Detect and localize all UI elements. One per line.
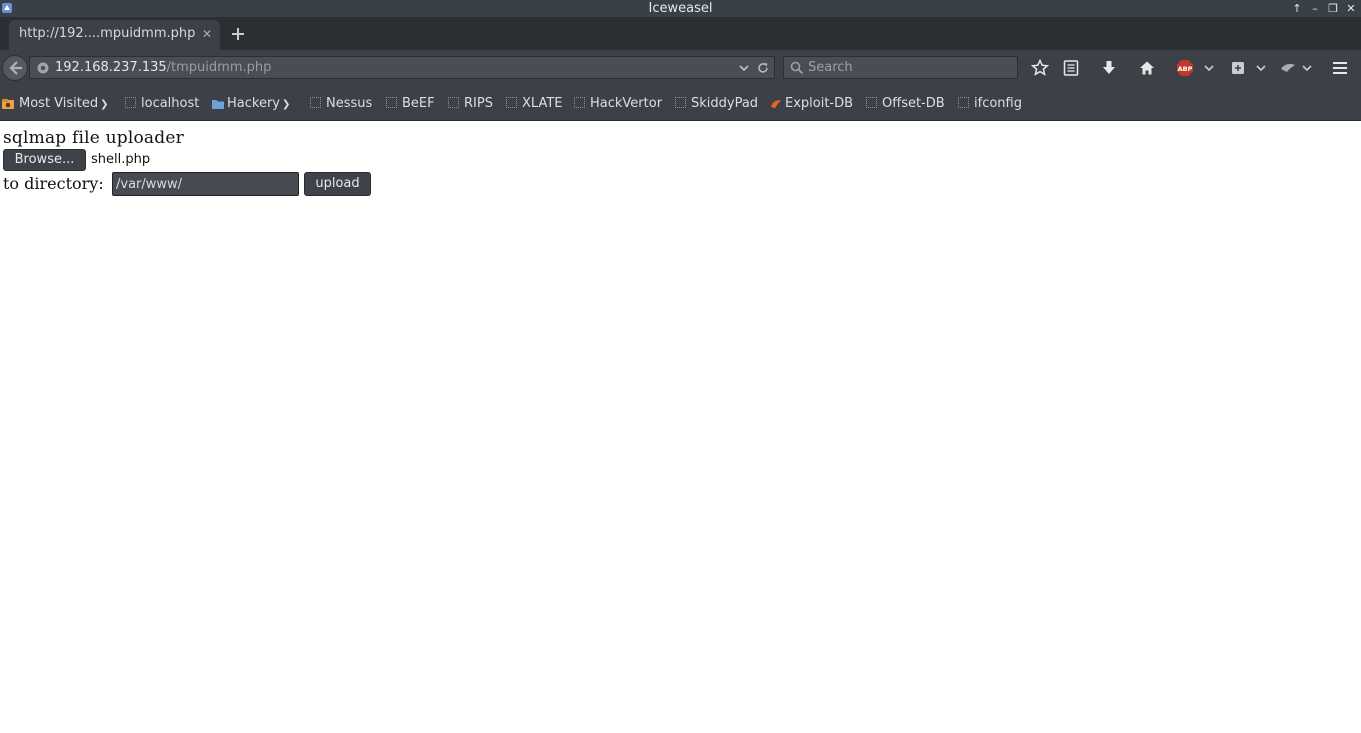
- window-title: Iceweasel: [648, 1, 713, 16]
- bookmark-ifconfig[interactable]: ifconfig: [958, 86, 1022, 121]
- bookmark-label: Hackery: [227, 96, 280, 111]
- page-icon: [125, 97, 136, 108]
- directory-input[interactable]: [112, 172, 299, 196]
- extension-chevron-down-icon[interactable]: [1251, 58, 1271, 78]
- page-icon: [958, 97, 969, 108]
- window-titlebar: Iceweasel ↑ – ❐ ✕: [0, 0, 1361, 17]
- new-tab-plus-icon[interactable]: [229, 25, 247, 43]
- folder-icon: [212, 99, 224, 109]
- reload-icon[interactable]: [756, 61, 770, 75]
- bookmark-hackery-folder[interactable]: Hackery ❯: [211, 86, 290, 121]
- bookmark-label: localhost: [141, 96, 200, 111]
- window-close-button[interactable]: ✕: [1343, 0, 1359, 17]
- bookmark-label: ifconfig: [974, 96, 1022, 111]
- upload-button[interactable]: upload: [304, 172, 371, 196]
- bookmarks-toolbar: Most Visited ❯ localhost Hackery ❯ Nessus …: [0, 86, 1361, 121]
- most-visited-icon: [2, 98, 14, 109]
- back-arrow-icon: [9, 61, 22, 75]
- page-icon: [386, 97, 397, 108]
- bookmark-localhost[interactable]: localhost: [125, 86, 199, 121]
- page-title: sqlmap file uploader: [3, 128, 184, 148]
- bookmark-hackvertor[interactable]: HackVertor: [574, 86, 662, 121]
- adblock-plus-icon[interactable]: ABP: [1175, 58, 1195, 78]
- page-icon: [506, 97, 517, 108]
- window-maximize-button[interactable]: ❐: [1325, 0, 1341, 17]
- hamburger-menu-icon[interactable]: [1330, 58, 1350, 78]
- bookmark-label: Nessus: [326, 96, 373, 111]
- selected-filename: shell.php: [91, 152, 151, 167]
- svg-text:ABP: ABP: [1178, 65, 1193, 73]
- bookmark-rips[interactable]: RIPS: [448, 86, 493, 121]
- bookmark-exploit-db[interactable]: Exploit-DB: [770, 86, 853, 121]
- chevron-down-icon[interactable]: [738, 62, 750, 74]
- bookmark-star-icon[interactable]: [1030, 58, 1050, 78]
- page-icon: [574, 97, 585, 108]
- page-icon: [866, 97, 877, 108]
- search-input[interactable]: [808, 57, 1013, 78]
- tab-close-icon[interactable]: ✕: [202, 20, 212, 48]
- search-icon: [790, 61, 804, 75]
- browse-button[interactable]: Browse...: [3, 149, 86, 171]
- url-text[interactable]: 192.168.237.135/tmpuidmm.php: [55, 57, 271, 79]
- chevron-down-icon: ❯: [282, 99, 291, 110]
- switcher-chevron-down-icon[interactable]: [1297, 58, 1317, 78]
- home-icon[interactable]: [1137, 58, 1157, 78]
- url-host: 192.168.237.135: [55, 60, 167, 75]
- page-icon: [675, 97, 686, 108]
- adblock-chevron-down-icon[interactable]: [1199, 58, 1219, 78]
- bookmark-label: Most Visited: [19, 96, 99, 111]
- bookmark-label: RIPS: [464, 96, 493, 111]
- navigation-toolbar: 192.168.237.135/tmpuidmm.php ABP: [0, 50, 1361, 86]
- bookmark-label: Offset-DB: [882, 96, 945, 111]
- tab-label: http://192....mpuidmm.php: [19, 26, 196, 41]
- bookmark-xlate[interactable]: XLATE: [506, 86, 563, 121]
- bookmark-beef[interactable]: BeEF: [386, 86, 435, 121]
- back-button[interactable]: [2, 55, 28, 81]
- page-content: sqlmap file uploader Browse... shell.php…: [0, 121, 1361, 733]
- bookmark-skiddypad[interactable]: SkiddyPad: [675, 86, 758, 121]
- bookmark-nessus[interactable]: Nessus: [310, 86, 372, 121]
- page-icon: [310, 97, 321, 108]
- bookmark-label: BeEF: [402, 96, 435, 111]
- tab-active[interactable]: http://192....mpuidmm.php ✕: [9, 20, 220, 50]
- window-keep-above-icon[interactable]: ↑: [1289, 0, 1305, 17]
- user-agent-switcher-icon[interactable]: [1278, 58, 1298, 78]
- reading-list-icon[interactable]: [1061, 58, 1081, 78]
- search-bar[interactable]: [783, 56, 1018, 79]
- downloads-arrow-icon[interactable]: [1099, 58, 1119, 78]
- bookmark-offset-db[interactable]: Offset-DB: [866, 86, 945, 121]
- bookmark-label: SkiddyPad: [691, 96, 759, 111]
- url-bar[interactable]: 192.168.237.135/tmpuidmm.php: [29, 56, 775, 79]
- tab-strip: http://192....mpuidmm.php ✕: [0, 17, 1361, 50]
- page-icon: [448, 97, 459, 108]
- extension-box-icon[interactable]: [1228, 58, 1248, 78]
- globe-icon: [37, 62, 49, 74]
- directory-label: to directory:: [3, 174, 104, 193]
- bookmark-most-visited[interactable]: Most Visited ❯: [1, 86, 109, 121]
- bookmark-label: HackVertor: [590, 96, 663, 111]
- url-path: /tmpuidmm.php: [166, 60, 272, 75]
- chevron-down-icon: ❯: [100, 99, 109, 110]
- bookmark-label: XLATE: [522, 96, 563, 111]
- exploit-db-icon: [770, 99, 782, 108]
- bookmark-label: Exploit-DB: [785, 96, 854, 111]
- window-minimize-button[interactable]: –: [1307, 0, 1323, 17]
